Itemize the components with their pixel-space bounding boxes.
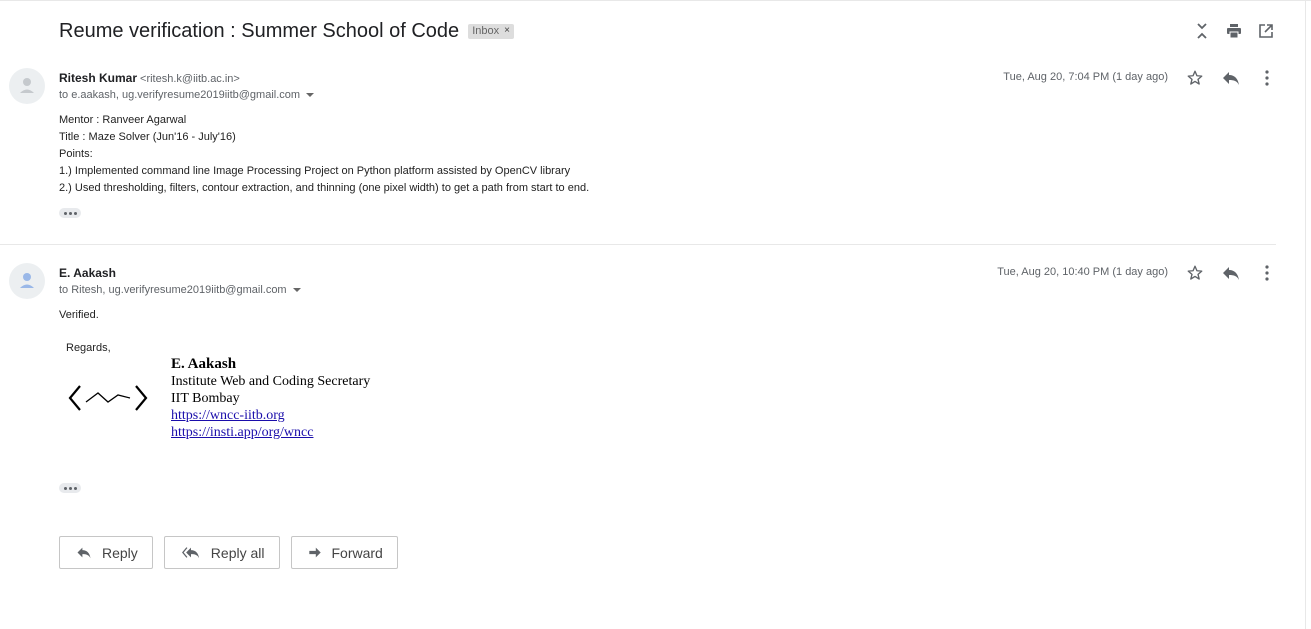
reply-icon[interactable] [1221,68,1241,88]
message-body: Mentor : Ranveer Agarwal Title : Maze So… [59,112,589,197]
reply-all-icon [181,546,201,559]
print-icon[interactable] [1224,21,1244,41]
show-trimmed-content-button[interactable] [59,208,81,218]
thread-toolbar [1192,21,1276,41]
scrollbar-edge [1305,0,1306,629]
body-line: Verified. [59,309,99,321]
sender-line: Ritesh Kumar <ritesh.k@iitb.ac.in> [59,71,240,85]
sender-name: Ritesh Kumar [59,71,138,85]
more-options-icon[interactable] [1257,263,1277,283]
show-trimmed-content-button[interactable] [59,483,81,493]
body-line: Points: [59,148,93,160]
default-avatar-icon [20,273,34,288]
more-options-icon[interactable] [1257,68,1277,88]
reply-icon [76,546,92,559]
show-details-dropdown-icon[interactable] [306,93,315,97]
sender-avatar [9,263,45,299]
body-line: 1.) Implemented command line Image Proce… [59,165,571,177]
sender-email: <ritesh.k@iitb.ac.in> [140,73,240,85]
subject-row: Reume verification : Summer School of Co… [59,18,514,44]
message-actions [1185,68,1277,88]
signature-title: Institute Web and Coding Secretary [171,374,371,389]
reply-button-label: Reply [102,544,138,561]
inbox-label-chip[interactable]: Inbox × [468,23,514,39]
message-date: Tue, Aug 20, 10:40 PM (1 day ago) [997,266,1168,278]
forward-icon [308,546,322,559]
star-icon[interactable] [1185,68,1205,88]
recipients-line: to e.aakash, ug.verifyresume2019iitb@gma… [59,89,315,101]
signature-regards: Regards, [66,342,111,354]
collapse-all-icon[interactable] [1192,21,1212,41]
message-divider [0,244,1276,245]
remove-label-icon[interactable]: × [504,25,510,36]
sender-name: E. Aakash [59,266,116,280]
default-avatar-icon [20,78,34,93]
reply-button[interactable]: Reply [59,536,153,569]
signature-org: IIT Bombay [171,391,240,406]
signature-block: E. Aakash Institute Web and Coding Secre… [171,356,370,441]
star-icon[interactable] [1185,263,1205,283]
body-line: Mentor : Ranveer Agarwal [59,114,187,126]
show-details-dropdown-icon[interactable] [292,288,301,292]
wncc-logo-icon [66,380,150,421]
message-body: Verified. [59,307,99,324]
recipients-text: to e.aakash, ug.verifyresume2019iitb@gma… [59,89,301,101]
body-line: 2.) Used thresholding, filters, contour … [59,182,590,194]
sender-line: E. Aakash [59,266,116,280]
reply-all-button[interactable]: Reply all [163,536,280,569]
forward-button-label: Forward [331,544,383,561]
thread-subject: Reume verification : Summer School of Co… [59,19,460,42]
label-text: Inbox [472,24,500,37]
signature-link-wncc[interactable]: https://wncc-iitb.org [171,407,370,424]
forward-button[interactable]: Forward [290,536,398,569]
open-in-new-window-icon[interactable] [1256,21,1276,41]
recipients-line: to Ritesh, ug.verifyresume2019iitb@gmail… [59,284,301,296]
sender-avatar [9,68,45,104]
message-actions [1185,263,1277,283]
recipients-text: to Ritesh, ug.verifyresume2019iitb@gmail… [59,284,287,296]
message-date: Tue, Aug 20, 7:04 PM (1 day ago) [1003,71,1168,83]
signature-name: E. Aakash [171,356,237,372]
signature-link-insti[interactable]: https://insti.app/org/wncc [171,424,370,441]
reply-all-button-label: Reply all [210,544,265,561]
body-line: Title : Maze Solver (Jun'16 - July'16) [59,131,236,143]
reply-actions: Reply Reply all Forward [59,536,409,569]
reply-icon[interactable] [1221,263,1241,283]
top-border [0,0,1311,1]
